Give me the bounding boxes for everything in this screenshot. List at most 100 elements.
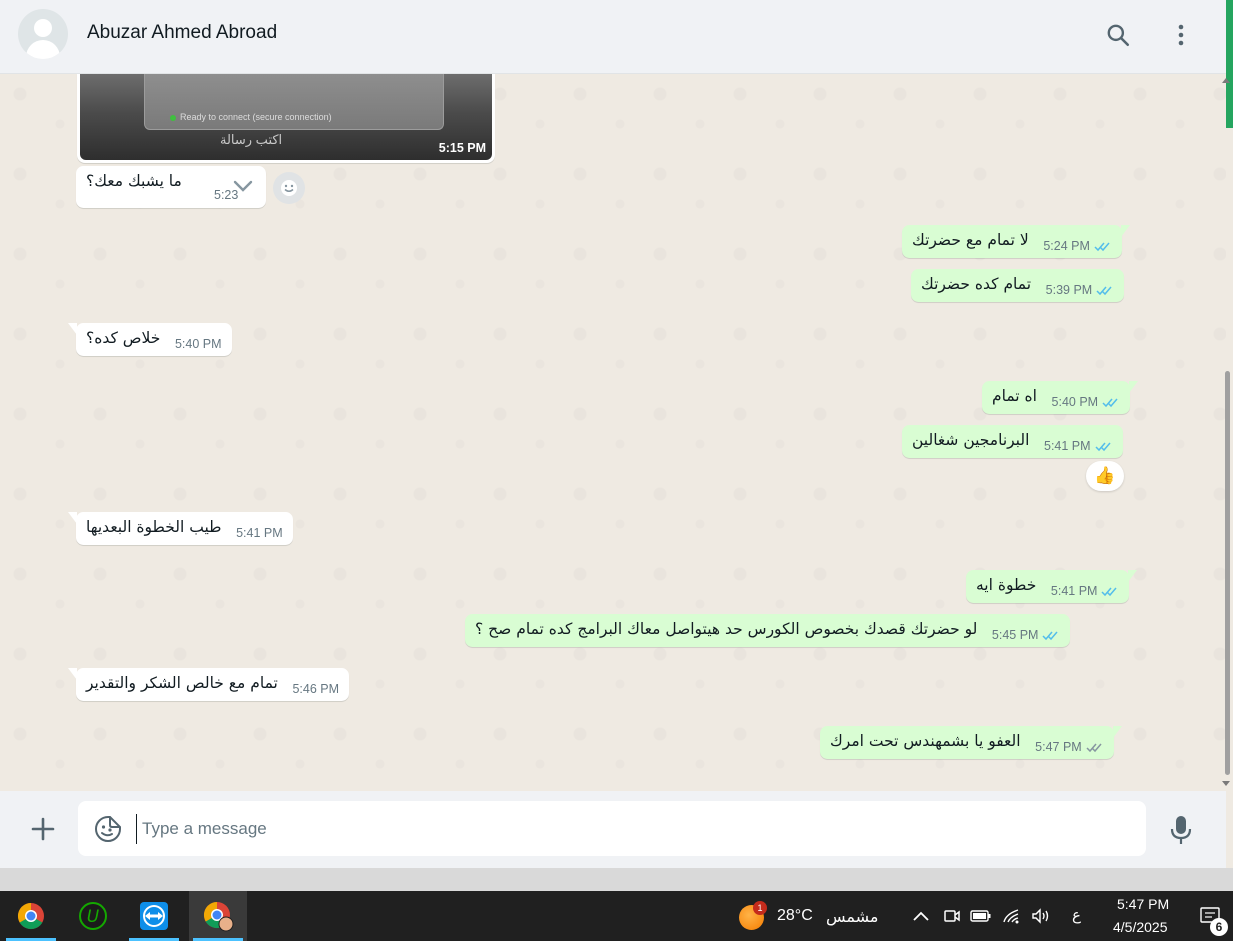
message-text: خطوة ايه	[976, 576, 1037, 594]
tray-battery-button[interactable]	[970, 905, 992, 927]
message-outgoing[interactable]: البرنامجين شغالين 5:41 PM	[902, 425, 1123, 458]
avatar[interactable]	[18, 9, 68, 59]
bubble-tail	[1120, 225, 1130, 237]
message-time: 5:40 PM	[1051, 395, 1099, 409]
taskbar-app-chrome-profile[interactable]	[189, 891, 247, 941]
avatar-body	[26, 40, 60, 59]
clock-date[interactable]: 4/5/2025	[1113, 919, 1168, 935]
double-check-read-icon	[1095, 442, 1111, 452]
message-time: 5:41 PM	[1044, 439, 1091, 453]
microphone-icon	[1170, 816, 1192, 844]
search-icon	[1107, 24, 1130, 47]
message-outgoing[interactable]: لو حضرتك قصدك بخصوص الكورس حد هيتواصل مع…	[465, 614, 1071, 647]
message-time: 5:39 PM	[1045, 283, 1093, 297]
voice-message-button[interactable]	[1164, 811, 1198, 849]
bubble-tail	[1128, 570, 1138, 582]
scroll-up-arrow-icon[interactable]	[1222, 78, 1230, 83]
avatar-head	[34, 19, 52, 37]
upwork-icon: U	[79, 902, 107, 930]
message-time: 5:15 PM	[438, 141, 486, 155]
weather-description[interactable]: مشمس	[826, 907, 879, 926]
tray-wifi-button[interactable]	[1001, 905, 1023, 927]
more-vertical-icon	[1178, 24, 1184, 46]
volume-icon	[1032, 908, 1049, 924]
message-outgoing[interactable]: العفو يا بشمهندس تحت امرك 5:47 PM	[820, 726, 1122, 759]
double-check-read-icon	[1094, 242, 1110, 252]
message-time: 5:24 PM	[1043, 239, 1090, 253]
chevron-down-icon[interactable]	[232, 178, 254, 194]
message-text: ما يشبك معك؟	[86, 172, 182, 190]
taskbar-app-upwork[interactable]: U	[64, 891, 122, 941]
image-thumbnail[interactable]: Ready to connect (secure connection) اكت…	[80, 74, 492, 160]
message-input-box[interactable]	[78, 801, 1146, 856]
message-meta: 5:45 PM	[992, 628, 1061, 642]
weather-badge: 1	[753, 901, 767, 915]
chrome-icon	[17, 902, 44, 930]
tray-overflow-button[interactable]	[910, 905, 932, 927]
contact-name[interactable]: Abuzar Ahmed Abroad	[87, 22, 277, 44]
bubble-tail	[68, 512, 77, 524]
message-outgoing[interactable]: خطوة ايه 5:41 PM	[966, 570, 1138, 603]
message-text: خلاص كده؟	[86, 329, 161, 347]
tray-volume-button[interactable]	[1030, 905, 1052, 927]
message-reaction[interactable]: 👍	[1086, 461, 1124, 491]
bubble-tail	[1129, 381, 1139, 393]
bubble-tail	[68, 323, 77, 335]
input-language[interactable]: ع	[1072, 906, 1081, 924]
message-text: البرنامجين شغالين	[912, 431, 1030, 449]
taskbar-app-teamviewer[interactable]	[125, 891, 183, 941]
message-incoming[interactable]: تمام مع خالص الشكر والتقدير 5:46 PM	[68, 668, 350, 701]
chevron-up-icon	[913, 911, 929, 921]
message-text: طيب الخطوة البعديها	[86, 518, 222, 536]
message-meta: 5:47 PM	[1035, 740, 1104, 754]
windows-taskbar: U 1 28°C مشمس ع 5:47 PM 4/5/2025 6	[0, 891, 1233, 941]
double-check-read-icon	[1096, 286, 1112, 296]
wifi-icon	[1003, 909, 1019, 924]
menu-button[interactable]	[1164, 18, 1198, 52]
message-meta: 5:40 PM	[1052, 395, 1121, 409]
bubble-tail	[68, 668, 77, 680]
smiley-icon	[281, 180, 297, 196]
battery-icon	[970, 910, 991, 922]
react-button[interactable]	[273, 172, 305, 204]
double-check-delivered-icon	[1086, 743, 1102, 753]
scrollbar-thumb[interactable]	[1225, 371, 1230, 775]
message-incoming[interactable]: خلاص كده؟ 5:40 PM	[68, 323, 232, 356]
message-text: لو حضرتك قصدك بخصوص الكورس حد هيتواصل مع…	[475, 620, 978, 638]
attach-button[interactable]	[24, 810, 62, 848]
message-text: العفو يا بشمهندس تحت امرك	[830, 732, 1021, 750]
svg-text:U: U	[87, 907, 100, 927]
double-check-read-icon	[1102, 398, 1118, 408]
message-input[interactable]	[136, 814, 1116, 844]
message-time: 5:45 PM	[991, 628, 1039, 642]
temperature[interactable]: 28°C	[777, 907, 813, 925]
teamviewer-icon	[140, 902, 168, 930]
image-message[interactable]: Ready to connect (secure connection) اكت…	[77, 74, 495, 163]
message-outgoing[interactable]: اه تمام 5:40 PM	[982, 381, 1139, 414]
message-meta: 5:24 PM	[1043, 239, 1112, 253]
tray-meet-button[interactable]	[941, 905, 963, 927]
message-meta: 5:39 PM	[1046, 283, 1115, 297]
message-time: 5:41 PM	[1050, 584, 1098, 598]
status-dot	[170, 115, 176, 121]
double-check-read-icon	[1042, 631, 1059, 641]
message-text: تمام مع خالص الشكر والتقدير	[86, 674, 278, 692]
bubble-tail	[1112, 726, 1122, 738]
message-composer	[0, 791, 1226, 868]
sticker-icon[interactable]	[94, 815, 122, 843]
message-incoming[interactable]: طيب الخطوة البعديها 5:41 PM	[68, 512, 293, 545]
message-time: 5:46 PM	[292, 682, 340, 696]
message-outgoing[interactable]: تمام كده حضرتك 5:39 PM	[911, 269, 1125, 302]
scroll-down-arrow-icon[interactable]	[1222, 781, 1230, 786]
message-meta: 5:41 PM	[1044, 439, 1113, 453]
search-button[interactable]	[1101, 18, 1135, 52]
chrome-profile-icon	[203, 901, 234, 932]
camera-share-icon	[944, 910, 960, 922]
image-card-text: Ready to connect (secure connection)	[180, 112, 332, 122]
message-meta: 5:41 PM	[1051, 584, 1120, 598]
clock-time[interactable]: 5:47 PM	[1117, 896, 1169, 912]
notification-count: 6	[1210, 918, 1228, 936]
image-bottom-text: اكتب رسالة	[220, 132, 283, 147]
message-outgoing[interactable]: لا تمام مع حضرتك 5:24 PM	[902, 225, 1130, 258]
taskbar-app-chrome[interactable]	[2, 891, 60, 941]
